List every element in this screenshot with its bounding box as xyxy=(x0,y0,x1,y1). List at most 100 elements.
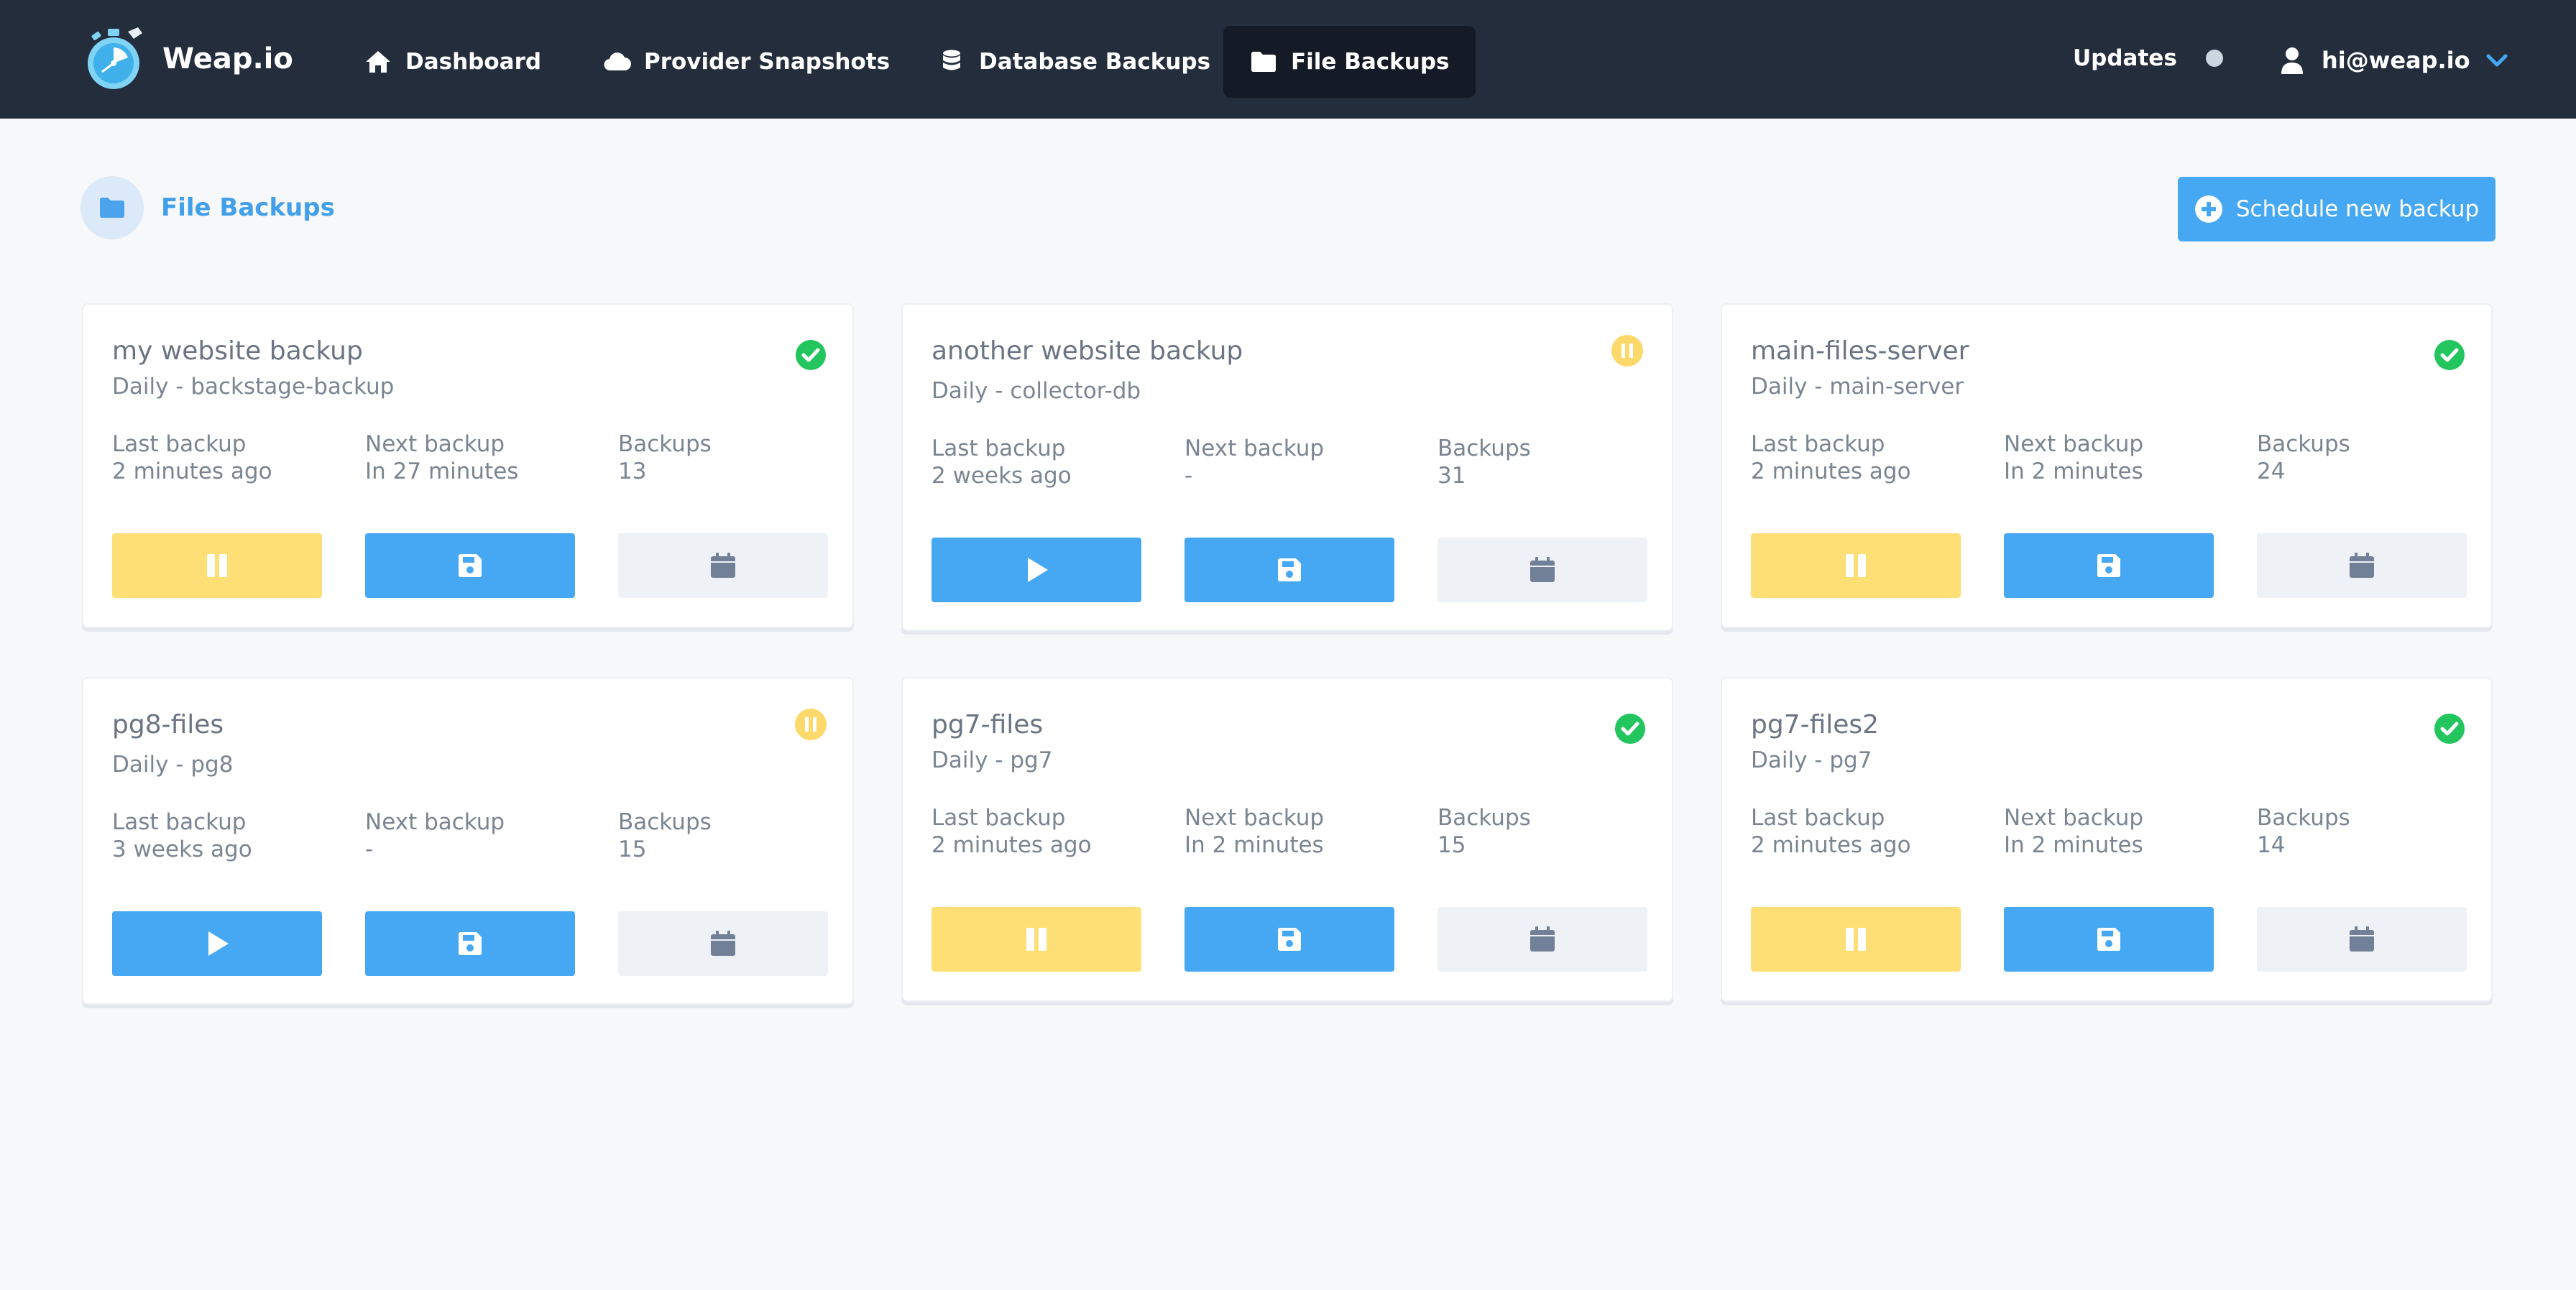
pause-backup-button[interactable] xyxy=(932,907,1141,972)
database-icon xyxy=(943,50,960,70)
next-backup-label: Next backup xyxy=(365,431,505,457)
backups-count-label: Backups xyxy=(618,809,712,835)
pause-icon xyxy=(1026,928,1046,951)
pause-icon xyxy=(207,554,227,577)
resume-backup-button[interactable] xyxy=(932,538,1141,602)
brand[interactable]: Weap.io xyxy=(80,23,293,95)
user-menu[interactable]: hi@weap.io xyxy=(2280,40,2508,80)
last-backup-label: Last backup xyxy=(112,431,247,457)
schedule-calendar-button[interactable] xyxy=(1438,907,1647,972)
plus-circle-icon xyxy=(2194,195,2222,223)
backups-count-label: Backups xyxy=(2257,805,2350,831)
last-backup-value: 2 minutes ago xyxy=(1751,459,1911,484)
backup-now-button[interactable] xyxy=(2004,907,2214,972)
backup-schedule: Daily - pg8 xyxy=(112,752,234,778)
save-icon xyxy=(1278,558,1301,581)
next-backup-value: In 27 minutes xyxy=(365,459,519,484)
calendar-icon xyxy=(711,553,735,578)
schedule-calendar-button[interactable] xyxy=(2257,533,2467,598)
next-backup-value: In 2 minutes xyxy=(1184,832,1324,858)
status-paused-badge xyxy=(1611,335,1643,367)
backups-count-label: Backups xyxy=(618,431,712,457)
last-backup-value: 2 minutes ago xyxy=(932,832,1092,858)
folder-icon xyxy=(1251,52,1276,72)
schedule-calendar-button[interactable] xyxy=(618,911,828,976)
backup-schedule: Daily - backstage-backup xyxy=(112,374,395,400)
nav-database-backups[interactable]: Database Backups xyxy=(911,26,1236,98)
page-header: File Backups xyxy=(80,176,335,239)
backups-count-label: Backups xyxy=(2257,431,2350,457)
status-paused-badge xyxy=(795,709,827,740)
backups-count-value: 14 xyxy=(2257,832,2286,858)
schedule-new-backup-button[interactable]: Schedule new backup xyxy=(2178,177,2496,241)
nav-file-backups-label: File Backups xyxy=(1291,49,1450,75)
backup-name: another website backup xyxy=(932,336,1243,366)
next-backup-label: Next backup xyxy=(1184,805,1325,831)
brand-name: Weap.io xyxy=(162,42,293,75)
backup-schedule: Daily - main-server xyxy=(1751,374,1964,400)
backups-count-label: Backups xyxy=(1438,805,1531,831)
nav-dashboard[interactable]: Dashboard xyxy=(338,26,567,98)
schedule-calendar-button[interactable] xyxy=(2257,907,2467,972)
last-backup-label: Last backup xyxy=(932,436,1066,461)
backup-name: pg7-files xyxy=(932,710,1044,740)
user-icon xyxy=(2281,47,2303,74)
schedule-calendar-button[interactable] xyxy=(618,533,828,598)
backups-count-value: 24 xyxy=(2257,459,2286,484)
backup-card: another website backup Daily - collector… xyxy=(901,303,1673,631)
updates-label: Updates xyxy=(2073,45,2177,71)
nav-file-backups[interactable]: File Backups xyxy=(1223,26,1476,98)
check-circle-icon xyxy=(796,340,826,370)
user-email: hi@weap.io xyxy=(2322,47,2470,74)
play-icon xyxy=(208,931,229,956)
nav-provider-snapshots[interactable]: Provider Snapshots xyxy=(576,26,916,98)
folder-icon xyxy=(100,198,124,218)
backup-now-button[interactable] xyxy=(1184,538,1394,602)
check-circle-icon xyxy=(1615,714,1645,744)
stopwatch-logo-icon xyxy=(88,27,142,89)
pause-backup-button[interactable] xyxy=(112,533,322,598)
updates-indicator[interactable]: Updates xyxy=(2073,40,2223,76)
backup-now-button[interactable] xyxy=(365,911,575,976)
backup-schedule: Daily - collector-db xyxy=(932,378,1141,404)
next-backup-value: - xyxy=(1184,463,1193,489)
updates-dot xyxy=(2205,50,2223,67)
chevron-down-icon xyxy=(2486,54,2508,67)
backups-count-value: 15 xyxy=(618,837,647,862)
page-title: File Backups xyxy=(161,193,335,222)
home-icon xyxy=(366,51,390,73)
check-circle-icon xyxy=(2434,340,2465,370)
backup-card: my website backup Daily - backstage-back… xyxy=(82,303,854,628)
nav-dashboard-label: Dashboard xyxy=(405,49,542,75)
backup-schedule: Daily - pg7 xyxy=(1751,747,1872,773)
backup-now-button[interactable] xyxy=(365,533,575,598)
backup-card: pg7-files Daily - pg7 Last backup 2 minu… xyxy=(901,677,1673,1002)
backup-now-button[interactable] xyxy=(1184,907,1394,972)
next-backup-value: - xyxy=(365,837,374,862)
last-backup-label: Last backup xyxy=(112,809,247,835)
calendar-icon xyxy=(1530,926,1555,952)
top-navbar: Weap.io Dashboard Provider Snapshots Dat… xyxy=(0,0,2576,119)
resume-backup-button[interactable] xyxy=(112,911,322,976)
backup-name: pg7-files2 xyxy=(1751,710,1880,740)
next-backup-value: In 2 minutes xyxy=(2004,832,2143,858)
schedule-calendar-button[interactable] xyxy=(1438,538,1647,602)
backup-now-button[interactable] xyxy=(2004,533,2214,598)
last-backup-label: Last backup xyxy=(932,805,1066,831)
pause-icon xyxy=(1846,928,1866,951)
next-backup-label: Next backup xyxy=(2004,805,2144,831)
next-backup-label: Next backup xyxy=(1184,436,1325,461)
pause-backup-button[interactable] xyxy=(1751,533,1961,598)
calendar-icon xyxy=(2350,553,2374,578)
backup-card: main-files-server Daily - main-server La… xyxy=(1721,303,2493,628)
last-backup-value: 2 minutes ago xyxy=(1751,832,1911,858)
calendar-icon xyxy=(1530,557,1555,582)
pause-circle-icon xyxy=(1611,335,1643,367)
backup-name: my website backup xyxy=(112,336,363,366)
pause-backup-button[interactable] xyxy=(1751,907,1961,972)
cloud-icon xyxy=(604,52,631,71)
save-icon xyxy=(2097,928,2120,951)
nav-database-backups-label: Database Backups xyxy=(979,49,1211,75)
save-icon xyxy=(459,554,482,577)
backup-schedule: Daily - pg7 xyxy=(932,747,1053,773)
